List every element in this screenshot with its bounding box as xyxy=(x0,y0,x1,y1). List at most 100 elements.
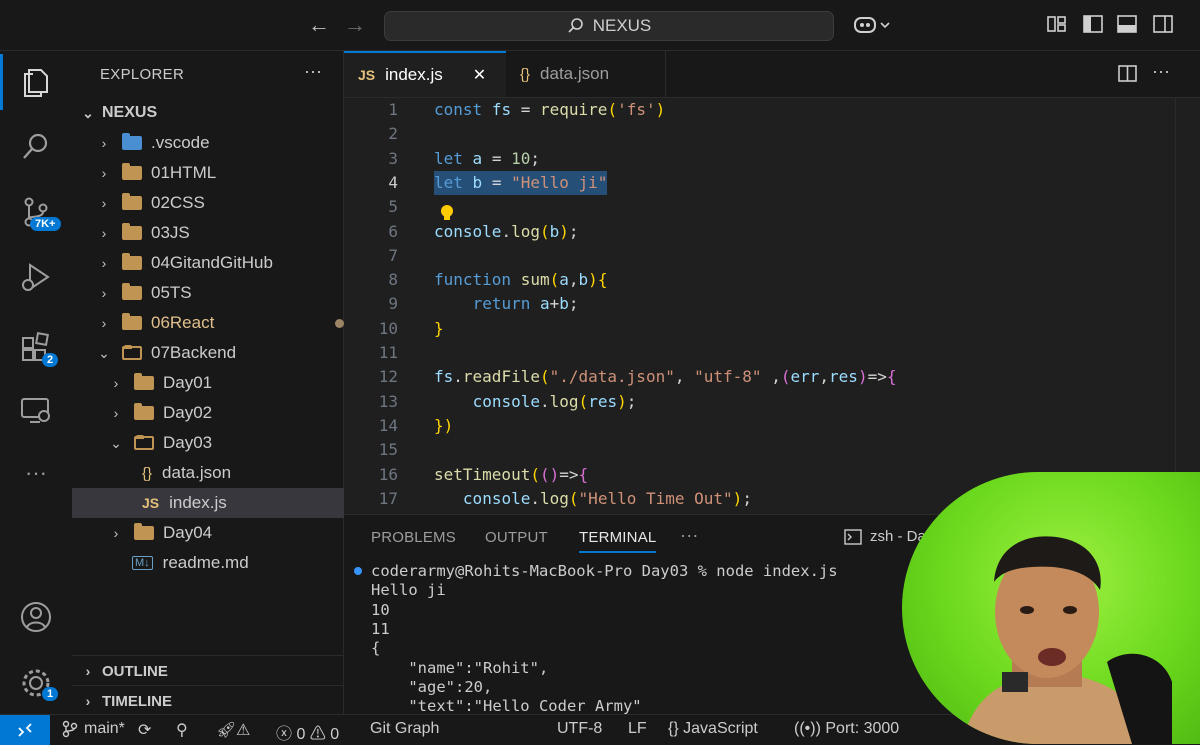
tree-item-label: .vscode xyxy=(151,133,210,152)
explorer-icon[interactable] xyxy=(0,54,72,110)
problems-indicator[interactable]: ⓧ 0 ⚠ 0 xyxy=(276,720,339,744)
tab-output[interactable]: OUTPUT xyxy=(485,529,548,546)
sync-icon[interactable]: ⟳ xyxy=(138,720,151,740)
command-center-search[interactable]: NEXUS xyxy=(384,11,834,41)
chevron-right-icon: › xyxy=(101,285,107,301)
chevron-down-icon: ⌄ xyxy=(110,434,122,451)
folder-icon xyxy=(122,283,142,300)
tree-item-day01[interactable]: › Day01 xyxy=(72,368,378,398)
warning-icon: ⚠ xyxy=(309,726,326,743)
tree-item-day03[interactable]: ⌄ Day03 xyxy=(72,428,378,458)
tree-item-04gitandgithub[interactable]: › 04GitandGitHub xyxy=(72,248,366,278)
presenter-video xyxy=(962,536,1172,744)
remote-explorer-icon[interactable] xyxy=(0,382,72,438)
launch-rocket-icon[interactable]: 🚀︎ xyxy=(216,720,236,740)
eol-indicator[interactable]: LF xyxy=(628,720,647,738)
code-editor[interactable]: 1 const fs = require('fs') 2 3 let a = 10; 4 l… xyxy=(344,98,1200,514)
code-line[interactable]: 4 let b = "Hello ji" xyxy=(344,170,1174,196)
editor-tabs: JS index.js ✕ {} data.json ··· xyxy=(344,51,1200,98)
accounts-icon[interactable] xyxy=(0,589,72,645)
extensions-icon[interactable]: 2 xyxy=(0,319,72,375)
panel-more-icon[interactable]: ··· xyxy=(680,525,699,546)
tab-data-json[interactable]: {} data.json xyxy=(506,51,666,97)
outline-label: OUTLINE xyxy=(102,662,168,680)
tab-problems[interactable]: PROBLEMS xyxy=(371,529,456,546)
markdown-file-icon: M↓ xyxy=(132,556,153,570)
tab-terminal[interactable]: TERMINAL xyxy=(579,529,657,553)
tree-item-vscode[interactable]: › .vscode xyxy=(72,128,366,158)
tree-item-label: 07Backend xyxy=(151,343,237,362)
code-line[interactable]: 1 const fs = require('fs') xyxy=(344,98,1174,122)
git-graph-button[interactable]: Git Graph xyxy=(370,720,439,738)
braces-icon: {} xyxy=(668,720,679,737)
language-label: JavaScript xyxy=(683,720,758,737)
back-arrow-icon[interactable]: ← xyxy=(308,12,330,38)
live-server-port[interactable]: ((•)) Port: 3000 xyxy=(794,720,899,738)
tree-item-06react[interactable]: › 06React xyxy=(72,308,366,338)
close-icon[interactable]: ✕ xyxy=(473,65,486,85)
code-line[interactable]: 2 xyxy=(344,122,1174,146)
tree-item-day04[interactable]: › Day04 xyxy=(72,518,378,548)
code-line[interactable]: 11 xyxy=(344,341,1174,365)
copilot-icon[interactable] xyxy=(853,14,893,36)
outline-section[interactable]: › OUTLINE xyxy=(72,655,350,686)
editor-scrollbar[interactable] xyxy=(1175,98,1200,514)
run-debug-icon[interactable] xyxy=(0,249,72,305)
code-line[interactable]: 6 console.log(b); xyxy=(344,220,1174,244)
git-compare-icon[interactable]: ⚲ xyxy=(176,720,188,740)
command-center-label: NEXUS xyxy=(592,16,652,35)
language-mode[interactable]: {} JavaScript xyxy=(668,720,758,738)
code-line[interactable]: 3 let a = 10; xyxy=(344,147,1174,171)
tree-item-02css[interactable]: › 02CSS xyxy=(72,188,366,218)
broadcast-icon: ((•)) xyxy=(794,720,821,737)
timeline-section[interactable]: › TIMELINE xyxy=(72,685,350,716)
code-line[interactable]: 10} xyxy=(344,317,1174,341)
manage-gear-icon[interactable]: 1 xyxy=(0,655,72,711)
tree-item-03js[interactable]: › 03JS xyxy=(72,218,366,248)
lightbulb-icon[interactable] xyxy=(440,204,454,227)
code-line[interactable]: 13 console.log(res); xyxy=(344,390,1174,414)
tree-item-day02[interactable]: › Day02 xyxy=(72,398,378,428)
encoding-indicator[interactable]: UTF-8 xyxy=(557,720,602,738)
explorer-sidebar: EXPLORER ··· ⌄ NEXUS › .vscode › 01HTML … xyxy=(72,51,412,714)
toggle-sidebar-icon[interactable] xyxy=(1082,14,1104,34)
extensions-badge: 2 xyxy=(42,353,59,367)
split-editor-icon[interactable] xyxy=(1118,65,1138,83)
folder-open-icon xyxy=(122,345,142,360)
tree-item-01html[interactable]: › 01HTML xyxy=(72,158,366,188)
source-control-icon[interactable]: 7K+ xyxy=(0,184,72,240)
tree-item-07backend[interactable]: ⌄ 07Backend xyxy=(72,338,366,368)
forward-arrow-icon[interactable]: → xyxy=(344,12,366,38)
customize-layout-icon[interactable] xyxy=(1046,14,1068,34)
code-line[interactable]: 12 fs.readFile("./data.json", "utf-8" ,(e… xyxy=(344,365,1174,389)
vscode-folder-icon xyxy=(122,133,142,150)
explorer-more-button[interactable]: ··· xyxy=(304,61,322,82)
tree-item-label: Day04 xyxy=(163,523,213,542)
code-line[interactable]: 14}) xyxy=(344,414,1174,438)
line-text: console.log(b); xyxy=(434,221,579,241)
code-line[interactable]: 7 xyxy=(344,244,1174,268)
search-icon[interactable] xyxy=(0,119,72,175)
code-line[interactable]: 5 xyxy=(344,195,1174,219)
folder-icon xyxy=(122,253,142,270)
chevron-right-icon: › xyxy=(101,165,107,181)
tab-index-js[interactable]: JS index.js ✕ xyxy=(344,51,506,97)
line-text: setTimeout(()=>{ xyxy=(434,464,589,484)
toggle-panel-icon[interactable] xyxy=(1116,14,1138,34)
code-line[interactable]: 9 return a+b; xyxy=(344,292,1174,316)
editor-more-icon[interactable]: ··· xyxy=(1152,61,1170,82)
tree-item-label: 02CSS xyxy=(151,193,205,212)
toggle-secondary-sidebar-icon[interactable] xyxy=(1152,14,1174,34)
tree-item-05ts[interactable]: › 05TS xyxy=(72,278,366,308)
warning-count: 0 xyxy=(330,726,340,743)
line-number: 6 xyxy=(388,221,398,241)
line-number: 17 xyxy=(378,488,398,508)
terminal-line: coderarmy@Rohits-MacBook-Pro Day03 % nod… xyxy=(371,562,838,580)
tree-root-nexus[interactable]: ⌄ NEXUS xyxy=(72,98,350,128)
branch-indicator[interactable]: main* xyxy=(62,720,125,738)
code-line[interactable]: 8 function sum(a,b){ xyxy=(344,268,1174,292)
terminal-line: { xyxy=(371,639,381,658)
remote-indicator-icon[interactable] xyxy=(0,715,50,745)
code-line[interactable]: 15 xyxy=(344,438,1174,462)
more-icon[interactable]: ··· xyxy=(0,445,72,501)
